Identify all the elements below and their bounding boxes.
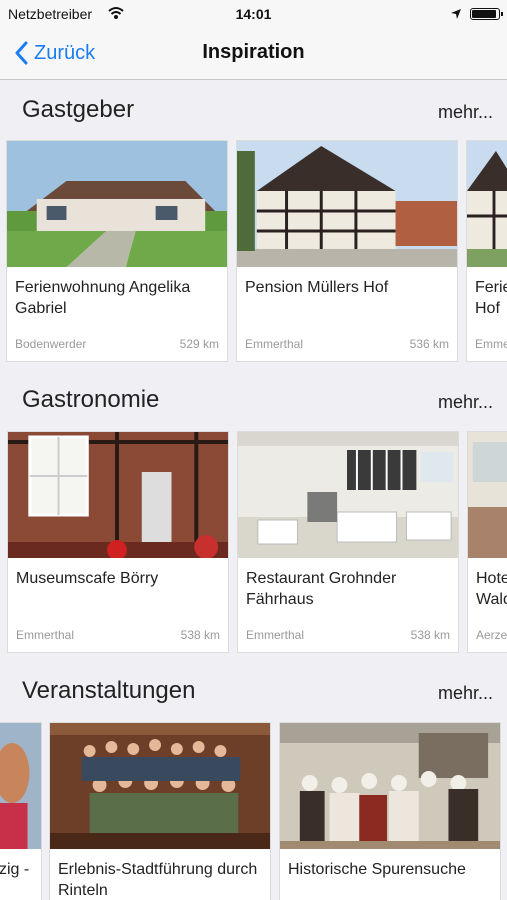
card-distance: 538 km xyxy=(410,628,450,642)
card-photo xyxy=(0,723,41,849)
card-title: Hote Wald xyxy=(476,570,507,608)
card-title: Historische Spurensuche xyxy=(288,861,466,878)
card-photo xyxy=(7,141,227,267)
card-photo xyxy=(50,723,270,849)
card-title: Pension Müllers Hof xyxy=(245,279,389,296)
card-photo xyxy=(467,141,507,267)
card-photo xyxy=(280,723,500,849)
card-title: Ferien Hof xyxy=(475,279,507,317)
page-title: Inspiration xyxy=(202,41,305,63)
card-title: Erlebnis-Stadtführung durch Rinteln xyxy=(58,861,258,899)
section-title: Veranstaltungen xyxy=(22,677,196,704)
card-ferien-hof[interactable]: Ferien Hof Emme xyxy=(466,140,507,362)
card-photo xyxy=(238,432,458,558)
card-photo xyxy=(8,432,228,558)
more-link[interactable]: mehr... xyxy=(438,683,493,704)
card-hotel-wald[interactable]: Hote Wald Aerze xyxy=(467,431,507,653)
navigation-bar: Zurück Inspiration xyxy=(0,28,507,80)
card-distance: 536 km xyxy=(409,337,449,351)
card-location: Emme xyxy=(475,337,507,351)
card-photo xyxy=(237,141,457,267)
card-distance: 538 km xyxy=(180,628,220,642)
section-header-gastronomie: Gastronomie mehr... xyxy=(0,380,507,420)
battery-icon xyxy=(470,8,503,20)
clock: 14:01 xyxy=(235,6,272,22)
card-title: Ferienwohnung Angelika Gabriel xyxy=(15,279,191,317)
card-photo xyxy=(468,432,507,558)
card-location: Aerze xyxy=(476,628,507,642)
card-title: zig - xyxy=(0,861,30,878)
card-event-partial[interactable]: zig - xyxy=(0,722,42,900)
card-title: Museumscafe Börry xyxy=(16,570,159,587)
card-location: Emmerthal xyxy=(246,628,305,642)
card-ferienwohnung[interactable]: Ferienwohnung Angelika Gabriel Bodenwerd… xyxy=(6,140,228,362)
section-title: Gastgeber xyxy=(22,96,135,123)
section-header-veranstaltungen: Veranstaltungen mehr... xyxy=(0,671,507,711)
section-title: Gastronomie xyxy=(22,386,160,413)
card-historische-spurensuche[interactable]: Historische Spurensuche xyxy=(279,722,501,900)
more-link[interactable]: mehr... xyxy=(438,102,493,123)
card-restaurant-grohnder-faehrhaus[interactable]: Restaurant Grohnder Fährhaus Emmerthal 5… xyxy=(237,431,459,653)
card-location: Bodenwerder xyxy=(15,337,87,351)
card-pension-muellers-hof[interactable]: Pension Müllers Hof Emmerthal 536 km xyxy=(236,140,458,362)
card-museumscafe-boerry[interactable]: Museumscafe Börry Emmerthal 538 km xyxy=(7,431,229,653)
location-arrow-icon xyxy=(451,9,461,19)
card-distance: 529 km xyxy=(179,337,219,351)
card-location: Emmerthal xyxy=(16,628,75,642)
card-location: Emmerthal xyxy=(245,337,304,351)
card-erlebnis-stadtfuehrung[interactable]: Erlebnis-Stadtführung durch Rinteln xyxy=(49,722,271,900)
status-bar: Netzbetreiber 14:01 xyxy=(0,0,507,28)
more-link[interactable]: mehr... xyxy=(438,392,493,413)
card-title: Restaurant Grohnder Fährhaus xyxy=(246,570,397,608)
section-header-gastgeber: Gastgeber mehr... xyxy=(0,90,507,130)
